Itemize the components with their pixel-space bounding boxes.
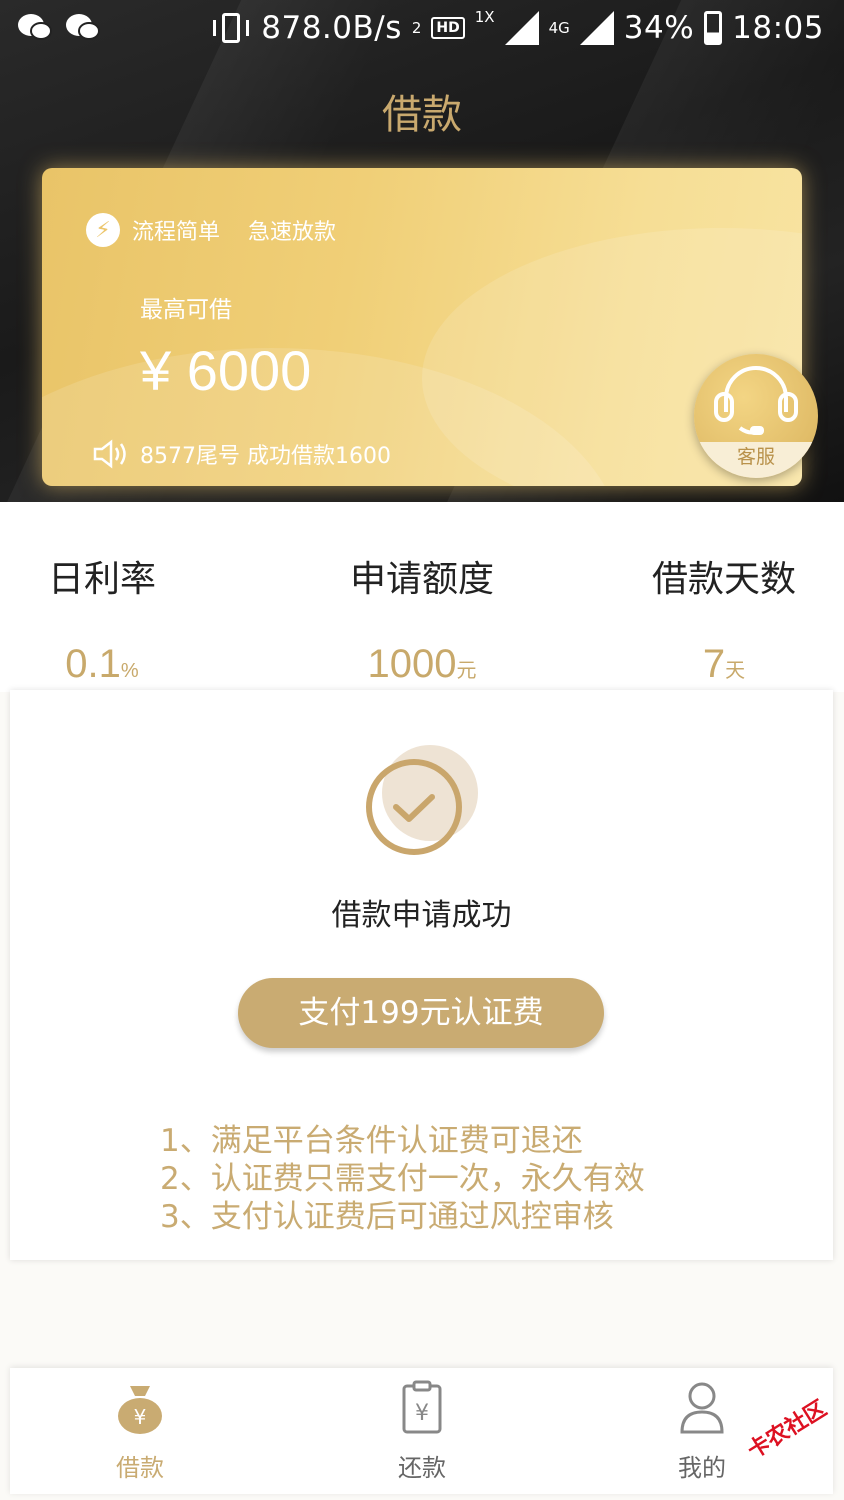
svg-text:¥: ¥: [415, 1401, 429, 1426]
notice-text: 8577尾号 成功借款1600: [140, 444, 391, 469]
stat-value: 0.1%: [65, 642, 139, 686]
rule-item: 3、支付认证费后可通过风控审核: [160, 1199, 614, 1235]
lightning-icon: ⚡: [86, 213, 120, 247]
wechat-icon: [66, 12, 102, 44]
rule-item: 2、认证费只需支付一次，永久有效: [160, 1161, 645, 1197]
clock: 18:05: [732, 10, 824, 46]
tab-borrow[interactable]: ¥ 借款: [80, 1380, 200, 1483]
tab-mine[interactable]: 我的: [642, 1380, 762, 1483]
stat-label: 申请额度: [349, 559, 494, 600]
stat-label: 日利率: [47, 559, 156, 600]
tab-label: 借款: [116, 1454, 164, 1482]
sim-1x-label: 1X: [474, 8, 495, 26]
signal-icon: [504, 11, 539, 45]
result-panel: 借款申请成功 支付199元认证费 1、满足平台条件认证费可退还 2、认证费只需支…: [10, 690, 833, 1260]
hd-icon: HD: [431, 17, 465, 39]
svg-text:¥: ¥: [134, 1405, 147, 1429]
loan-card: ⚡ 流程简单 急速放款 最高可借 ¥ 6000 8577尾号 成功借款1600: [42, 168, 802, 486]
hd-sub: 2: [411, 18, 422, 37]
max-borrow-label: 最高可借: [140, 297, 232, 323]
stat-label: 借款天数: [651, 559, 796, 600]
loan-notice: 8577尾号 成功借款1600: [92, 438, 391, 470]
stat-value: 7天: [702, 642, 746, 686]
feature-row: ⚡ 流程简单 急速放款: [86, 213, 336, 247]
success-title: 借款申请成功: [331, 898, 512, 933]
stat-value: 1000元: [367, 642, 477, 686]
battery-icon: [704, 11, 723, 45]
customer-service-button[interactable]: 客服: [694, 354, 818, 478]
network-speed: 878.0B/s: [261, 10, 402, 46]
tab-label: 我的: [678, 1454, 726, 1482]
rule-item: 1、满足平台条件认证费可退还: [160, 1123, 583, 1159]
user-icon: [672, 1380, 732, 1436]
bill-icon: ¥: [392, 1380, 452, 1436]
fee-rules: 1、满足平台条件认证费可退还 2、认证费只需支付一次，永久有效 3、支付认证费后…: [160, 1122, 645, 1236]
feature-fast: 急速放款: [248, 220, 337, 245]
page-title: 借款: [382, 92, 462, 138]
stat-daily-rate: 日利率 0.1%: [0, 550, 212, 687]
4g-label: 4G: [548, 18, 570, 37]
tab-repay[interactable]: ¥ 还款: [362, 1380, 482, 1483]
feature-simple: 流程简单: [132, 220, 221, 245]
success-check-icon: [366, 745, 486, 865]
signal-icon: [579, 11, 614, 45]
max-borrow-amount: ¥ 6000: [140, 339, 312, 402]
stat-days: 借款天数 7天: [614, 550, 834, 687]
loan-stats: 日利率 0.1% 申请额度 1000元 借款天数 7天: [0, 502, 844, 692]
stat-amount: 申请额度 1000元: [312, 550, 532, 687]
speaker-icon: [92, 439, 130, 469]
wechat-icon: [18, 12, 54, 44]
tab-label: 还款: [398, 1454, 446, 1482]
status-bar: 878.0B/s 2 HD 1X 4G 34% 18:05: [0, 0, 844, 60]
customer-service-label: 客服: [694, 442, 818, 478]
bottom-tab-bar: ¥ 借款 ¥ 还款 我的: [10, 1368, 833, 1494]
pay-fee-button[interactable]: 支付199元认证费: [238, 978, 604, 1048]
battery-percent: 34%: [623, 10, 695, 46]
vibrate-icon: [211, 11, 251, 45]
money-bag-icon: ¥: [110, 1380, 170, 1436]
